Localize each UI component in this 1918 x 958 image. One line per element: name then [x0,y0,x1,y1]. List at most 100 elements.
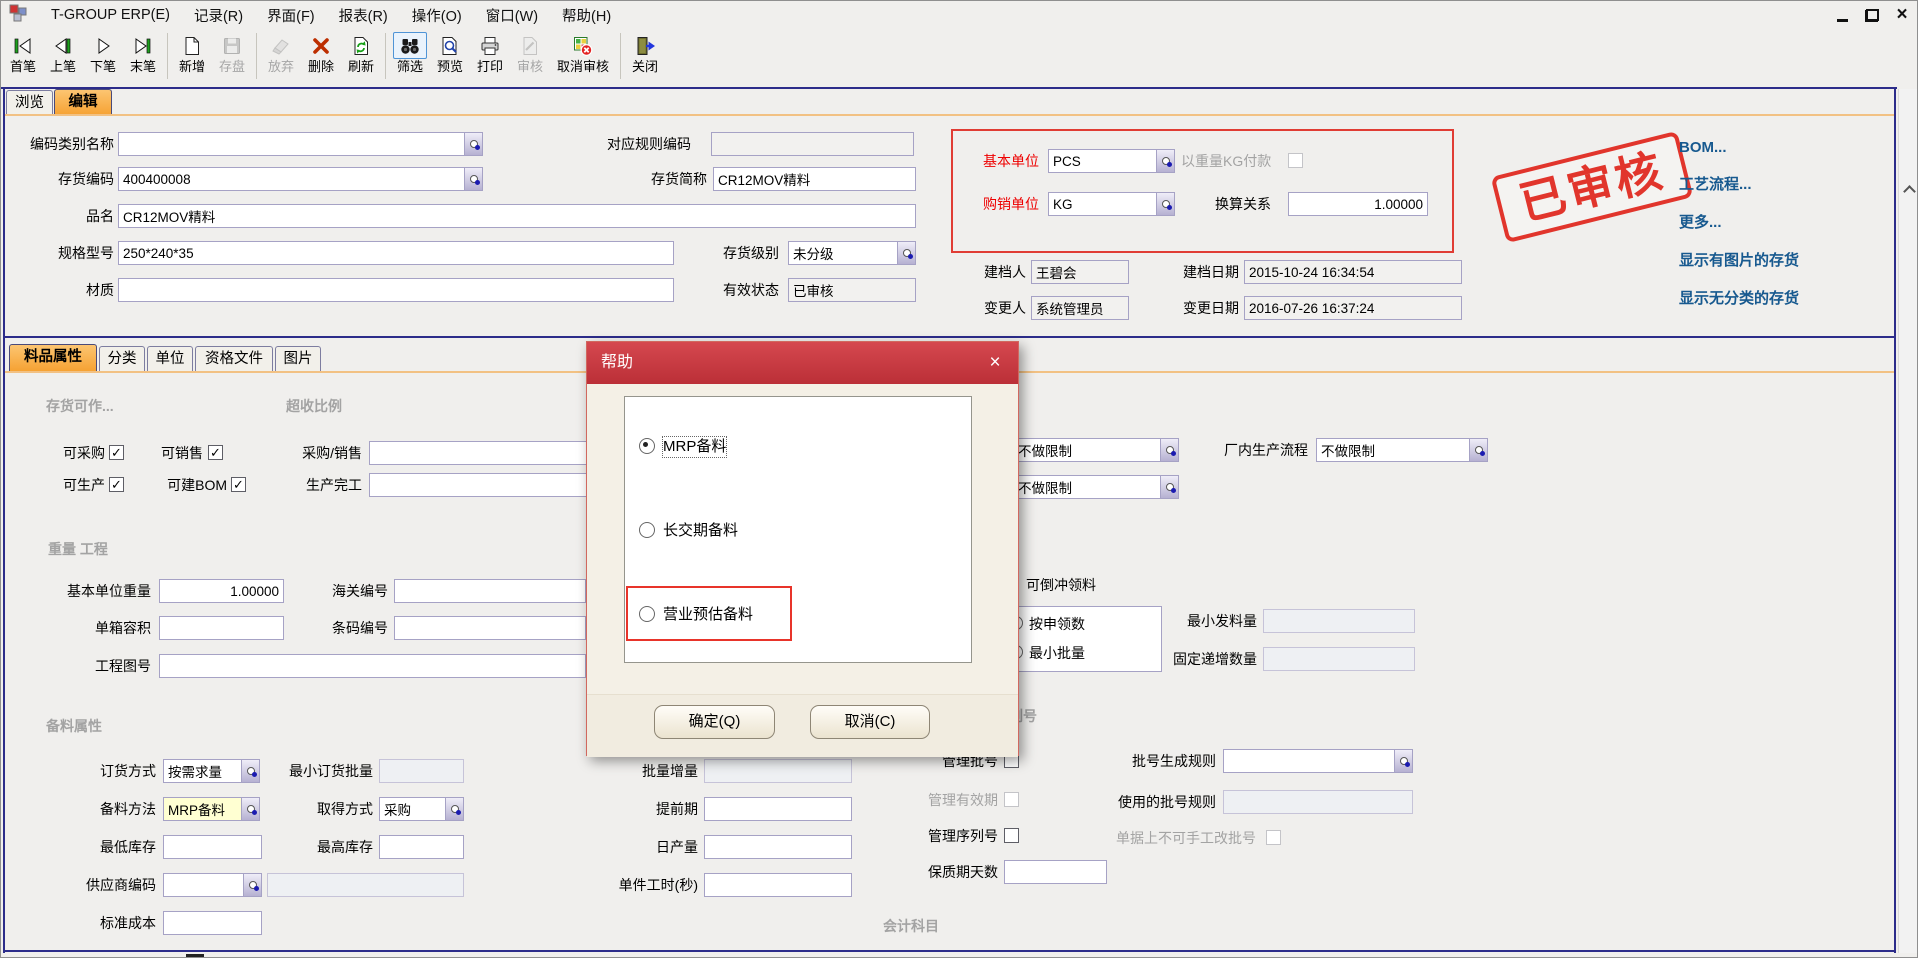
checkbox-bom-allowed[interactable] [231,477,246,492]
lookup-icon[interactable] [1160,439,1178,461]
subtab-unit[interactable]: 单位 [147,346,193,371]
link-process-flow[interactable]: 工艺流程... [1679,173,1752,194]
lookup-icon[interactable] [1469,439,1487,461]
scroll-up-icon[interactable] [1903,185,1916,198]
restore-button[interactable] [1859,3,1885,27]
order-mode-input[interactable] [164,760,241,782]
vertical-scrollbar[interactable] [1898,89,1918,953]
max-stock-input[interactable] [380,836,463,858]
toolbar-filter[interactable]: 筛选 [390,31,430,76]
lookup-icon[interactable] [1394,750,1412,772]
link-show-with-images[interactable]: 显示有图片的存货 [1679,249,1799,270]
lead-time-input[interactable] [705,798,851,820]
limit-1-input[interactable] [1014,439,1160,461]
unit-hours-input[interactable] [705,874,851,896]
inv-level-input[interactable] [789,242,897,264]
toolbar-refresh[interactable]: 刷新 [341,31,381,76]
checkbox-sellable[interactable] [208,445,223,460]
menu-report[interactable]: 报表(R) [327,2,400,29]
batch-rule-input[interactable] [1224,750,1394,772]
min-stock-input[interactable] [164,836,261,858]
toolbar-last-record[interactable]: 末笔 [123,31,163,76]
over-purchase-sell-input[interactable] [370,442,618,464]
checkbox-no-manual-batch[interactable] [1266,830,1281,845]
acquire-mode-input[interactable] [380,798,445,820]
toolbar-delete[interactable]: 删除 [301,31,341,76]
toolbar-prev-record[interactable]: 上笔 [43,31,83,76]
menu-operation[interactable]: 操作(O) [400,2,474,29]
std-cost-input[interactable] [164,912,261,934]
inv-code-input[interactable] [119,168,464,190]
rule-code-input[interactable] [712,133,913,155]
subtab-item-attributes[interactable]: 料品属性 [9,344,97,371]
toolbar-save[interactable]: 存盘 [212,31,252,76]
lookup-icon[interactable] [1160,476,1178,498]
unit-weight-input[interactable] [160,580,283,602]
dialog-cancel-button[interactable]: 取消(C) [810,705,930,739]
toolbar-cancel-audit[interactable]: 取消审核 [550,31,616,76]
customs-code-input[interactable] [395,580,585,602]
inv-short-input[interactable] [714,168,915,190]
menu-window[interactable]: 窗口(W) [474,2,550,29]
limit-2-input[interactable] [1014,476,1160,498]
over-production-input[interactable] [370,474,618,496]
lookup-icon[interactable] [243,874,261,896]
minimize-button[interactable] [1829,3,1855,27]
toolbar-preview[interactable]: 预览 [430,31,470,76]
dialog-ok-button[interactable]: 确定(Q) [654,705,775,739]
radio-long-cycle-backup[interactable] [639,522,655,538]
dialog-close-icon[interactable]: × [982,350,1008,376]
checkbox-pay-by-kg[interactable] [1288,153,1303,168]
tab-edit[interactable]: 编辑 [54,89,112,115]
material-input[interactable] [119,279,673,301]
toolbar-audit[interactable]: 审核 [510,31,550,76]
toolbar-abandon[interactable]: 放弃 [261,31,301,76]
conversion-input[interactable] [1289,193,1427,215]
base-unit-input[interactable] [1049,150,1156,172]
checkbox-purchasable[interactable] [109,445,124,460]
lookup-icon[interactable] [241,760,259,782]
toolbar-next-record[interactable]: 下笔 [83,31,123,76]
radio-sales-forecast-backup[interactable] [639,606,655,622]
barcode-input[interactable] [395,617,585,639]
option-sales-forecast-backup[interactable]: 营业预估备料 [663,605,753,625]
box-volume-input[interactable] [160,617,283,639]
trade-unit-input[interactable] [1049,193,1156,215]
checkbox-manage-serial[interactable] [1004,828,1019,843]
menu-record[interactable]: 记录(R) [182,2,255,29]
link-more[interactable]: 更多... [1679,211,1722,232]
subtab-classification[interactable]: 分类 [99,346,145,371]
menu-help[interactable]: 帮助(H) [550,2,623,29]
toolbar-print[interactable]: 打印 [470,31,510,76]
menu-app[interactable]: T-GROUP ERP(E) [39,4,182,26]
lookup-icon[interactable] [464,168,482,190]
supplier-code-input[interactable] [164,874,243,896]
lookup-icon[interactable] [897,242,915,264]
daily-output-input[interactable] [705,836,851,858]
link-show-unclassified[interactable]: 显示无分类的存货 [1679,287,1799,308]
toolbar-first-record[interactable]: 首笔 [3,31,43,76]
option-mrp-backup[interactable]: MRP备料 [663,437,726,457]
lookup-icon[interactable] [445,798,463,820]
link-bom[interactable]: BOM... [1679,139,1727,156]
toolbar-close-form[interactable]: 关闭 [625,31,665,76]
lookup-icon[interactable] [1156,193,1174,215]
radio-mrp-backup[interactable] [639,438,655,454]
checkbox-manage-validity[interactable] [1004,792,1019,807]
subtab-image[interactable]: 图片 [275,346,321,371]
drawing-no-input[interactable] [160,655,585,677]
lookup-icon[interactable] [464,133,482,155]
lookup-icon[interactable] [1156,150,1174,172]
code-class-input[interactable] [119,133,464,155]
close-button[interactable]: × [1889,3,1915,27]
checkbox-producible[interactable] [109,477,124,492]
spec-input[interactable] [119,242,673,264]
menu-interface[interactable]: 界面(F) [255,2,327,29]
backup-method-input[interactable] [164,798,241,820]
product-name-input[interactable] [119,205,915,227]
factory-flow-input[interactable] [1317,439,1469,461]
toolbar-new[interactable]: 新增 [172,31,212,76]
lookup-icon[interactable] [241,798,259,820]
option-long-cycle-backup[interactable]: 长交期备料 [663,521,738,541]
tab-browse[interactable]: 浏览 [6,90,53,115]
